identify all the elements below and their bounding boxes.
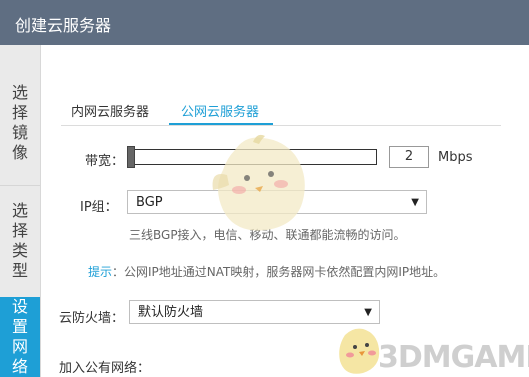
sidebar-item-label-char: 择 xyxy=(11,103,28,122)
public-network-label: 加入公有网络： xyxy=(59,361,151,376)
ip-group-selected: BGP xyxy=(136,195,163,210)
chevron-down-icon: ▼ xyxy=(411,197,419,208)
sidebar-item-label-char: 置 xyxy=(11,317,28,336)
bandwidth-label: 带宽： xyxy=(85,154,125,169)
active-tab-indicator xyxy=(169,123,273,125)
tab-public-server[interactable]: 公网云服务器 xyxy=(181,101,259,120)
sidebar-item-select-type[interactable]: 选择类型 xyxy=(0,185,40,296)
mascot-watermark-image xyxy=(212,134,305,231)
tab-private-server[interactable]: 内网云服务器 xyxy=(71,101,149,120)
title-bar: 创建云服务器 xyxy=(0,0,529,45)
bandwidth-unit: Mbps xyxy=(438,150,473,165)
chevron-down-icon: ▼ xyxy=(364,307,372,318)
sidebar-item-label-char: 择 xyxy=(11,221,28,240)
firewall-selected: 默认防火墙 xyxy=(138,305,204,320)
step-sidebar: 选择镜像 选择类型 设置网络 xyxy=(0,45,41,377)
sidebar-item-label-char: 网 xyxy=(11,337,28,356)
sidebar-item-select-image[interactable]: 选择镜像 xyxy=(0,63,40,183)
sidebar-item-label-char: 设 xyxy=(11,297,28,316)
ip-group-label: IP组： xyxy=(80,200,118,215)
brand-watermark: 3DMGAME xyxy=(378,340,529,375)
sidebar-item-label-char: 选 xyxy=(11,83,28,102)
sidebar-item-label-char: 类 xyxy=(11,241,28,260)
sidebar-item-label-char: 型 xyxy=(11,261,28,280)
hint-text: ：公网IP地址通过NAT映射，服务器网卡依然配置内网IP地址。 xyxy=(112,265,446,279)
hint-link[interactable]: 提示 xyxy=(88,265,112,279)
sidebar-item-label-char: 选 xyxy=(11,201,28,220)
nat-hint: 提示：公网IP地址通过NAT映射，服务器网卡依然配置内网IP地址。 xyxy=(88,263,445,280)
bandwidth-input[interactable]: 2 xyxy=(389,146,429,168)
window-title: 创建云服务器 xyxy=(15,16,112,35)
server-type-tabs: 内网云服务器 公网云服务器 xyxy=(61,97,501,126)
firewall-select[interactable]: 默认防火墙 ▼ xyxy=(129,300,380,324)
firewall-label: 云防火墙： xyxy=(59,311,125,326)
bandwidth-slider-handle[interactable] xyxy=(127,146,135,168)
sidebar-item-label-char: 络 xyxy=(11,357,28,376)
sidebar-item-label-char: 像 xyxy=(11,143,28,162)
sidebar-item-network[interactable]: 设置网络 xyxy=(0,297,40,377)
sidebar-item-label-char: 镜 xyxy=(11,123,28,142)
